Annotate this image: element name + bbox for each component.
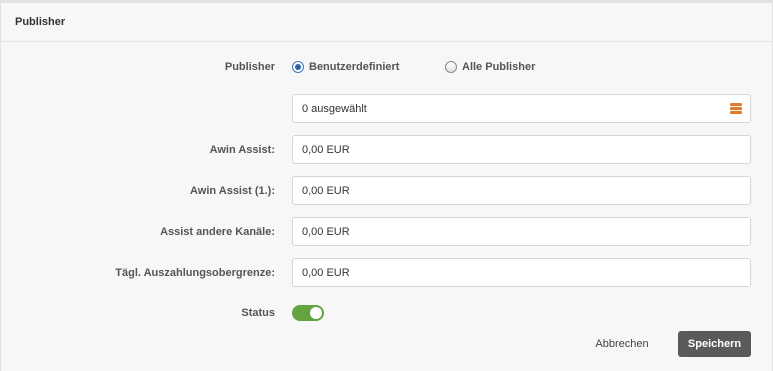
assist-andere-kanaele-input[interactable] xyxy=(302,225,750,238)
awin-assist-1-label: Awin Assist (1.): xyxy=(190,184,275,197)
awin-assist-row: Awin Assist: xyxy=(1,135,772,164)
radio-checked-icon[interactable] xyxy=(292,61,304,73)
daily-payout-limit-field[interactable] xyxy=(292,258,751,287)
assist-andere-kanaele-label: Assist andere Kanäle: xyxy=(160,225,275,238)
status-row: Status xyxy=(1,305,772,321)
radio-alle-publisher-label: Alle Publisher xyxy=(462,61,536,73)
publisher-radio-group: Benutzerdefiniert Alle Publisher xyxy=(292,61,535,73)
publisher-selection-value: 0 ausgewählt xyxy=(302,102,367,115)
publisher-selection-row: 0 ausgewählt xyxy=(1,94,772,123)
daily-payout-limit-label: Tägl. Auszahlungsobergrenze: xyxy=(115,266,275,279)
awin-assist-label: Awin Assist: xyxy=(209,143,275,156)
assist-andere-kanaele-row: Assist andere Kanäle: xyxy=(1,217,772,246)
publisher-row: Publisher Benutzerdefiniert Alle Publish… xyxy=(1,55,772,79)
assist-andere-kanaele-field[interactable] xyxy=(292,217,751,246)
panel-title: Publisher xyxy=(15,16,66,28)
awin-assist-field[interactable] xyxy=(292,135,751,164)
awin-assist-1-row: Awin Assist (1.): xyxy=(1,176,772,205)
daily-payout-limit-row: Tägl. Auszahlungsobergrenze: xyxy=(1,258,772,287)
cancel-button[interactable]: Abbrechen xyxy=(583,331,661,357)
radio-benutzerdefiniert-label: Benutzerdefiniert xyxy=(309,61,400,73)
toggle-knob xyxy=(310,307,322,319)
publisher-label: Publisher xyxy=(224,61,275,73)
status-toggle[interactable] xyxy=(292,305,324,321)
publisher-panel: Publisher Publisher Benutzerdefiniert Al… xyxy=(0,0,773,371)
status-label: Status xyxy=(241,307,275,319)
awin-assist-input[interactable] xyxy=(302,143,750,156)
radio-unchecked-icon[interactable] xyxy=(445,61,457,73)
daily-payout-limit-input[interactable] xyxy=(302,266,750,279)
radio-benutzerdefiniert[interactable]: Benutzerdefiniert xyxy=(292,61,445,73)
panel-header: Publisher xyxy=(1,3,772,42)
list-icon[interactable] xyxy=(730,103,742,114)
save-button[interactable]: Speichern xyxy=(678,331,751,357)
awin-assist-1-field[interactable] xyxy=(292,176,751,205)
publisher-selection-field[interactable]: 0 ausgewählt xyxy=(292,94,751,123)
awin-assist-1-input[interactable] xyxy=(302,184,750,197)
radio-alle-publisher[interactable]: Alle Publisher xyxy=(445,61,535,73)
